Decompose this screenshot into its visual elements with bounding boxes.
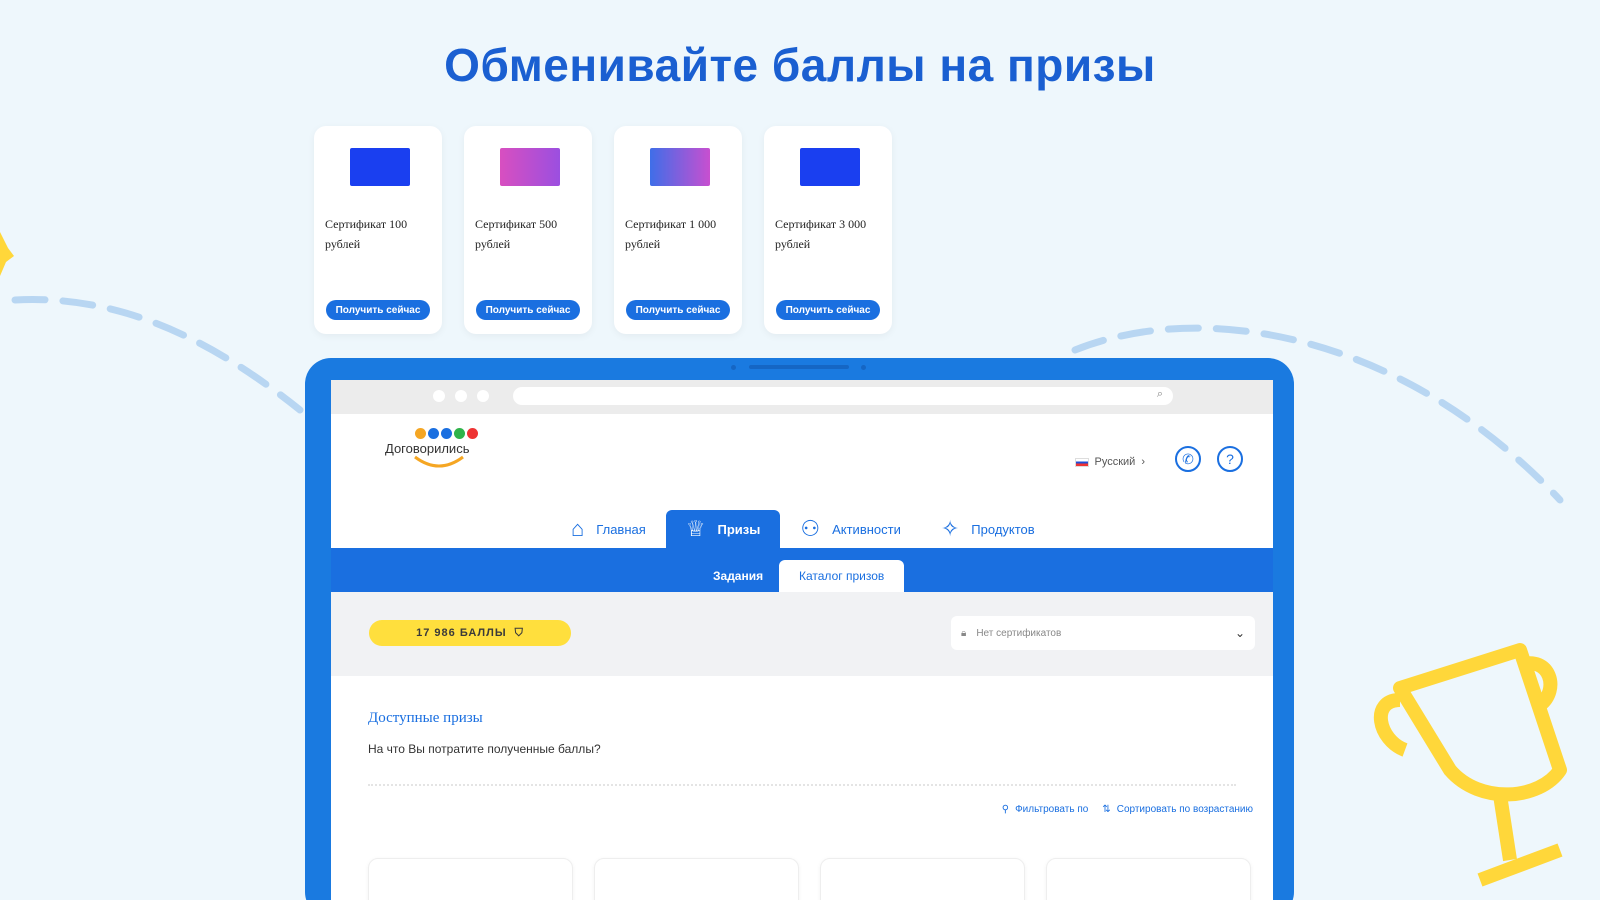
cart-icon: ⛉ bbox=[514, 626, 524, 639]
logo-text: Договорились bbox=[385, 441, 470, 456]
points-badge[interactable]: 17 986 БАЛЛЫ ⛉ bbox=[369, 620, 571, 646]
products-icon: ✧ bbox=[940, 516, 960, 541]
get-now-button[interactable]: Получить сейчас bbox=[626, 300, 730, 320]
certificate-select[interactable]: 🔒︎ Нет сертификатов ⌄ bbox=[951, 616, 1255, 650]
sub-tab-bar: Задания Каталог призов bbox=[331, 548, 1273, 592]
promo-title: Обменивайте баллы на призы bbox=[444, 39, 1156, 91]
divider bbox=[368, 784, 1236, 786]
get-now-button[interactable]: Получить сейчас bbox=[326, 300, 430, 320]
flag-ru-icon bbox=[1074, 457, 1089, 467]
browser-toolbar: ⌕ bbox=[331, 380, 1273, 414]
prize-card[interactable]: Сертификат 500 рублей Получить сейчас bbox=[464, 126, 592, 334]
card-title: Сертификат 3 000 рублей bbox=[775, 217, 867, 251]
tablet-sensor bbox=[861, 365, 866, 370]
get-now-button[interactable]: Получить сейчас bbox=[476, 300, 580, 320]
certificate-select-value: Нет сертификатов bbox=[976, 627, 1062, 639]
filter-icon: ⚲ bbox=[1001, 804, 1010, 815]
logo-smile-icon bbox=[414, 455, 464, 468]
tablet-notch bbox=[749, 365, 849, 369]
search-icon[interactable]: ⌕ bbox=[1157, 388, 1163, 401]
support-icon[interactable]: ✆ bbox=[1175, 446, 1201, 472]
get-now-button[interactable]: Получить сейчас bbox=[776, 300, 880, 320]
browser-dot bbox=[433, 390, 445, 402]
tab-tasks[interactable]: Задания bbox=[693, 560, 783, 592]
prize-cards-row: Сертификат 100 рублей Получить сейчас Се… bbox=[314, 126, 892, 334]
sort-button[interactable]: ⇅ Сортировать по возрастанию bbox=[1102, 804, 1253, 815]
browser-dot bbox=[455, 390, 467, 402]
trophy-icon: ♕ bbox=[685, 516, 706, 541]
app-header: Договорились Русский › ✆ ? ⌂ Главная ♕ П… bbox=[331, 414, 1273, 548]
filter-label: Фильтровать по bbox=[1015, 804, 1089, 815]
nav-item-products[interactable]: ✧ Продуктов bbox=[921, 510, 1055, 548]
tablet-sensor bbox=[731, 365, 736, 370]
sort-filter-row: ⚲ Фильтровать по ⇅ Сортировать по возраста… bbox=[1002, 804, 1253, 815]
prize-tile[interactable] bbox=[594, 858, 799, 900]
tablet-frame: ⌕ Договорились Русский › ✆ ? ⌂ Главная ♕… bbox=[305, 358, 1294, 900]
nav-item-activities[interactable]: ⚇ Активности bbox=[780, 510, 921, 548]
sort-label: Сортировать по возрастанию bbox=[1116, 804, 1253, 815]
filter-button[interactable]: ⚲ Фильтровать по bbox=[1002, 804, 1089, 815]
main-nav: ⌂ Главная ♕ Призы ⚇ Активности ✧ Продукт… bbox=[551, 510, 1055, 548]
prize-tile[interactable] bbox=[1046, 858, 1251, 900]
activity-icon: ⚇ bbox=[800, 516, 821, 541]
prize-tile[interactable] bbox=[820, 858, 1025, 900]
language-selector[interactable]: Русский › bbox=[1074, 456, 1145, 468]
card-title: Сертификат 100 рублей bbox=[325, 217, 408, 251]
prize-card[interactable]: Сертификат 1 000 рублей Получить сейчас bbox=[614, 126, 742, 334]
nav-label: Продуктов bbox=[971, 521, 1035, 537]
section-subtitle: На что Вы потратите полученные баллы? bbox=[368, 742, 601, 756]
prize-tile[interactable] bbox=[368, 858, 573, 900]
nav-item-home[interactable]: ⌂ Главная bbox=[551, 510, 666, 548]
logo[interactable]: Договорились bbox=[385, 428, 505, 474]
trophy-decoration-icon bbox=[1374, 643, 1567, 887]
app-screen: ⌕ Договорились Русский › ✆ ? ⌂ Главная ♕… bbox=[331, 380, 1273, 900]
language-label: Русский bbox=[1094, 456, 1136, 468]
browser-dot bbox=[477, 390, 489, 402]
certificate-image bbox=[500, 148, 560, 186]
sort-icon: ⇅ bbox=[1102, 804, 1111, 815]
nav-label: Главная bbox=[596, 521, 646, 537]
section-title: Доступные призы bbox=[368, 710, 483, 726]
prize-tiles bbox=[368, 858, 1251, 900]
home-icon: ⌂ bbox=[571, 516, 585, 541]
tab-prize-catalog[interactable]: Каталог призов bbox=[779, 560, 905, 592]
help-icon[interactable]: ? bbox=[1217, 446, 1243, 472]
star-icon bbox=[0, 232, 14, 276]
nav-label: Активности bbox=[832, 521, 901, 537]
nav-item-prizes[interactable]: ♕ Призы bbox=[665, 510, 781, 548]
chevron-down-icon: ⌄ bbox=[1234, 626, 1245, 640]
certificate-image bbox=[800, 148, 860, 186]
card-title: Сертификат 1 000 рублей bbox=[625, 217, 717, 251]
certificate-image bbox=[350, 148, 410, 186]
certificate-image bbox=[650, 148, 710, 186]
prizes-content: Доступные призы На что Вы потратите полу… bbox=[331, 676, 1273, 900]
prize-card[interactable]: Сертификат 100 рублей Получить сейчас bbox=[314, 126, 442, 334]
card-title: Сертификат 500 рублей bbox=[475, 217, 558, 251]
chevron-down-icon: › bbox=[1141, 456, 1145, 468]
nav-label: Призы bbox=[717, 521, 761, 537]
points-value: 17 986 БАЛЛЫ bbox=[416, 627, 507, 639]
lock-icon: 🔒︎ bbox=[961, 627, 967, 639]
logo-dots bbox=[415, 428, 505, 439]
prize-card[interactable]: Сертификат 3 000 рублей Получить сейчас bbox=[764, 126, 892, 334]
address-bar[interactable]: ⌕ bbox=[513, 387, 1173, 405]
filter-strip: 17 986 БАЛЛЫ ⛉ 🔒︎ Нет сертификатов ⌄ bbox=[331, 592, 1273, 676]
